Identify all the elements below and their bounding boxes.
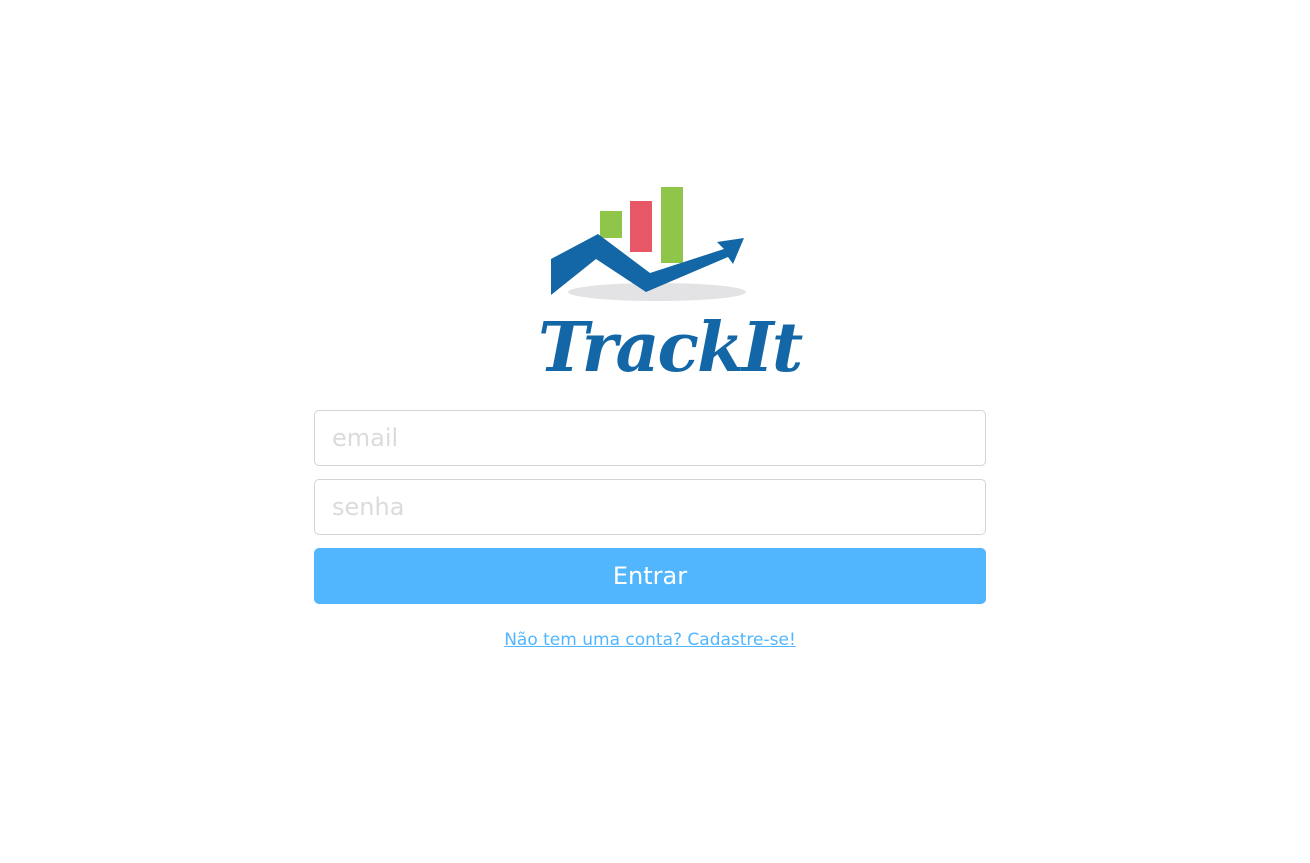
signup-link[interactable]: Não tem uma conta? Cadastre-se! <box>0 630 1300 650</box>
password-field[interactable] <box>314 479 986 535</box>
login-button[interactable]: Entrar <box>314 548 986 604</box>
login-page: TrackIt Entrar Não tem uma conta? Cadast… <box>0 0 1310 863</box>
logo-bar-green-small <box>600 211 622 238</box>
logo-bar-red <box>630 201 652 252</box>
logo-bar-green-tall <box>661 187 683 263</box>
trackit-logo: TrackIt <box>538 182 803 388</box>
email-field[interactable] <box>314 410 986 466</box>
growth-chart-logo-icon <box>551 187 746 301</box>
app-name-wordmark: TrackIt <box>538 308 803 388</box>
